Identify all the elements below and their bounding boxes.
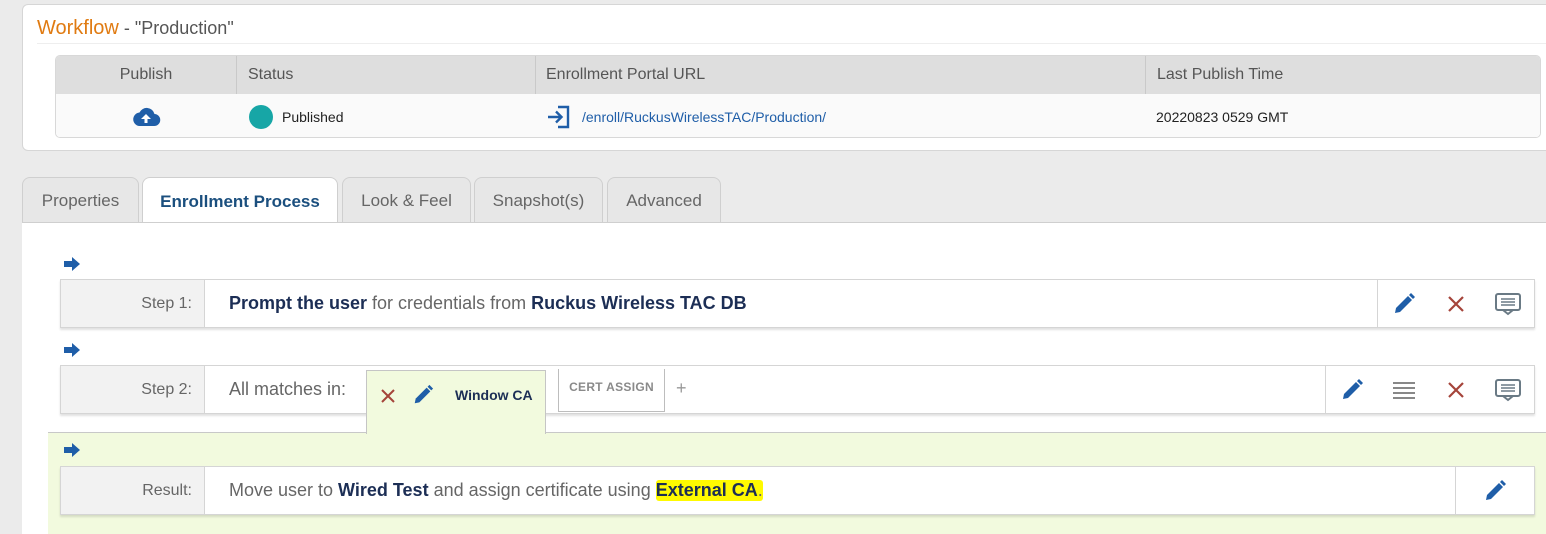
header-publish: Publish bbox=[119, 66, 173, 83]
result-actions bbox=[1455, 467, 1534, 514]
step-1-source: Ruckus Wireless TAC DB bbox=[531, 293, 747, 313]
tab-snapshots[interactable]: Snapshot(s) bbox=[474, 177, 603, 223]
workflow-title-sep: - bbox=[118, 18, 135, 38]
result-text: Move user to Wired Test and assign certi… bbox=[229, 467, 763, 514]
close-icon bbox=[1448, 295, 1464, 312]
comment-box-icon bbox=[1495, 378, 1521, 401]
status-cell: Published bbox=[249, 94, 344, 137]
column-divider bbox=[535, 56, 536, 94]
header-portal-url: Enrollment Portal URL bbox=[546, 66, 706, 83]
close-icon[interactable] bbox=[380, 388, 396, 404]
pencil-icon bbox=[1395, 292, 1415, 313]
result-part-2: and assign certificate using bbox=[428, 480, 656, 500]
edit-button[interactable] bbox=[1456, 467, 1534, 514]
workflow-title: Workflow - "Production" bbox=[37, 17, 234, 40]
step-1-action: Prompt the user bbox=[229, 293, 368, 313]
result-ca: External CA bbox=[655, 480, 758, 500]
list-lines-icon bbox=[1393, 381, 1415, 399]
tab-look-and-feel[interactable]: Look & Feel bbox=[342, 177, 471, 223]
comment-box-icon bbox=[1495, 292, 1521, 315]
edit-button[interactable] bbox=[1326, 366, 1378, 413]
ca-tab-cert-assign[interactable]: CERT ASSIGN bbox=[558, 369, 665, 412]
step-2-text: All matches in: bbox=[229, 379, 347, 399]
cloud-upload-icon[interactable] bbox=[131, 106, 161, 128]
publish-table: Publish Status Enrollment Portal URL Las… bbox=[55, 55, 1541, 138]
result-part-1: Move user to bbox=[229, 480, 339, 500]
publish-table-header: Publish Status Enrollment Portal URL Las… bbox=[56, 56, 1540, 94]
notes-button[interactable] bbox=[1482, 280, 1534, 327]
step-2-row: Step 2: All matches in: bbox=[60, 365, 1535, 414]
publish-button[interactable] bbox=[56, 94, 236, 137]
pencil-icon bbox=[1343, 378, 1363, 399]
reorder-button[interactable] bbox=[1378, 366, 1430, 413]
ca-tab-label: Window CA bbox=[455, 387, 533, 403]
edit-button[interactable] bbox=[1378, 280, 1430, 327]
column-divider bbox=[236, 56, 237, 94]
close-icon bbox=[1448, 381, 1464, 398]
result-ca-highlight: External CA. bbox=[655, 480, 763, 501]
step-1-text: Prompt the user for credentials from Ruc… bbox=[229, 280, 747, 327]
portal-url-link[interactable]: /enroll/RuckusWirelessTAC/Production/ bbox=[582, 109, 826, 125]
ca-tab-join bbox=[367, 430, 545, 434]
column-divider bbox=[1145, 56, 1146, 94]
tab-advanced[interactable]: Advanced bbox=[607, 177, 721, 223]
result-group: Wired Test bbox=[338, 480, 429, 500]
ca-tab-window-ca[interactable]: Window CA bbox=[366, 370, 546, 434]
step-2-label: Step 2: bbox=[61, 366, 205, 413]
notes-button[interactable] bbox=[1482, 366, 1534, 413]
header-status: Status bbox=[248, 66, 294, 83]
pencil-icon bbox=[1486, 479, 1506, 500]
portal-url-cell: /enroll/RuckusWirelessTAC/Production/ bbox=[546, 94, 826, 137]
last-publish-time: 20220823 0529 GMT bbox=[1156, 108, 1289, 125]
pencil-icon[interactable] bbox=[412, 384, 434, 406]
arrow-right-icon bbox=[64, 257, 80, 271]
status-indicator bbox=[249, 104, 273, 129]
workflow-title-word: Workflow bbox=[37, 17, 119, 39]
workflow-panel: Workflow - "Production" Publish Status E… bbox=[22, 4, 1546, 151]
workflow-name: "Production" bbox=[134, 18, 234, 38]
step-2-actions bbox=[1325, 366, 1534, 413]
delete-button[interactable] bbox=[1430, 280, 1482, 327]
step-1-row: Step 1: Prompt the user for credentials … bbox=[60, 279, 1535, 328]
tab-properties[interactable]: Properties bbox=[22, 177, 139, 223]
result-label: Result: bbox=[61, 467, 205, 514]
step-1-mid: for credentials from bbox=[367, 293, 532, 313]
delete-button[interactable] bbox=[1430, 366, 1482, 413]
header-last-publish: Last Publish Time bbox=[1157, 66, 1284, 83]
status-text: Published bbox=[282, 108, 344, 125]
arrow-right-icon bbox=[64, 443, 80, 457]
step-1-actions bbox=[1377, 280, 1534, 327]
publish-table-row: Published /enroll/RuckusWirelessTAC/Prod… bbox=[56, 94, 1540, 137]
step-1-label: Step 1: bbox=[61, 280, 205, 327]
tab-enrollment-process[interactable]: Enrollment Process bbox=[142, 177, 338, 225]
result-period: . bbox=[757, 480, 763, 500]
enter-portal-icon[interactable] bbox=[546, 105, 572, 129]
add-ca-button[interactable]: + bbox=[676, 378, 687, 399]
arrow-right-icon bbox=[64, 343, 80, 357]
divider bbox=[37, 43, 1546, 44]
result-row: Result: Move user to Wired Test and assi… bbox=[60, 466, 1535, 515]
